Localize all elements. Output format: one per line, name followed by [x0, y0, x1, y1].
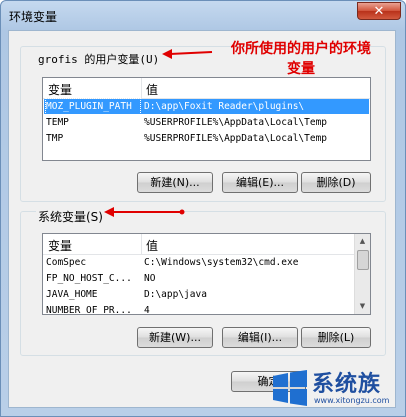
- user-delete-button[interactable]: 删除(D): [301, 172, 371, 193]
- window-title: 环境变量: [9, 10, 58, 24]
- row-variable: ComSpec: [46, 257, 87, 268]
- scroll-thumb[interactable]: [357, 250, 369, 270]
- vertical-scrollbar[interactable]: ▲ ▼: [354, 234, 370, 314]
- annotation-line-2: 变量: [287, 61, 315, 77]
- system-edit-button[interactable]: 编辑(I)...: [222, 327, 298, 348]
- system-variables-list[interactable]: 变量 值 ComSpec C:\Windows\system32\cmd.exe…: [42, 233, 371, 315]
- table-row[interactable]: MOZ_PLUGIN_PATH D:\app\Foxit Reader\plug…: [44, 98, 369, 115]
- user-new-button[interactable]: 新建(N)...: [137, 172, 213, 193]
- row-value: %USERPROFILE%\AppData\Local\Temp: [144, 133, 328, 144]
- row-value: D:\app\Foxit Reader\plugins\: [144, 101, 305, 112]
- row-variable: JAVA_HOME: [46, 289, 98, 300]
- row-value: C:\Windows\system32\cmd.exe: [144, 257, 299, 268]
- watermark: 系统族 www.xitongzu.com: [266, 364, 406, 414]
- table-row[interactable]: ComSpec C:\Windows\system32\cmd.exe: [44, 255, 369, 270]
- list-header: 变量 值: [43, 234, 370, 255]
- scroll-up-icon[interactable]: ▲: [355, 234, 370, 249]
- column-separator[interactable]: [141, 234, 142, 254]
- table-row[interactable]: FP_NO_HOST_C... NO: [44, 271, 369, 286]
- row-variable: NUMBER_OF_PR...: [46, 305, 132, 315]
- column-header-value[interactable]: 值: [146, 237, 158, 254]
- row-value: D:\app\java: [144, 289, 207, 300]
- user-variables-label: grofis 的用户变量(U): [36, 51, 162, 67]
- system-delete-button[interactable]: 删除(L): [301, 327, 371, 348]
- annotation-arrow-icon: [104, 207, 185, 217]
- annotation-line-1: 你所使用的用户的环境: [231, 41, 371, 57]
- user-edit-button[interactable]: 编辑(E)...: [222, 172, 298, 193]
- scroll-down-icon[interactable]: ▼: [355, 299, 370, 314]
- row-variable: TEMP: [46, 117, 69, 128]
- table-row[interactable]: JAVA_HOME D:\app\java: [44, 287, 369, 302]
- column-header-variable[interactable]: 变量: [48, 237, 72, 254]
- row-value: %USERPROFILE%\AppData\Local\Temp: [144, 117, 328, 128]
- row-variable: MOZ_PLUGIN_PATH: [45, 98, 141, 115]
- watermark-brand: 系统族: [312, 372, 382, 397]
- column-separator[interactable]: [141, 78, 142, 98]
- table-row[interactable]: NUMBER_OF_PR... 4: [44, 303, 369, 315]
- column-header-value[interactable]: 值: [146, 81, 158, 98]
- row-value: NO: [144, 273, 156, 284]
- row-variable: FP_NO_HOST_C...: [46, 273, 132, 284]
- close-button[interactable]: ✕: [357, 2, 401, 20]
- table-row[interactable]: TMP %USERPROFILE%\AppData\Local\Temp: [44, 131, 369, 146]
- column-header-variable[interactable]: 变量: [48, 81, 72, 98]
- row-value: 4: [144, 305, 150, 315]
- system-new-button[interactable]: 新建(W)...: [137, 327, 213, 348]
- system-variables-label: 系统变量(S): [36, 208, 105, 225]
- user-variables-list[interactable]: 变量 值 MOZ_PLUGIN_PATH D:\app\Foxit Reader…: [42, 77, 371, 161]
- annotation-arrow-icon: [162, 49, 213, 59]
- watermark-url: www.xitongzu.com: [314, 396, 390, 405]
- row-variable: TMP: [46, 133, 64, 144]
- list-header: 变量 值: [43, 78, 370, 99]
- table-row[interactable]: TEMP %USERPROFILE%\AppData\Local\Temp: [44, 115, 369, 130]
- title-bar[interactable]: 环境变量 ✕: [1, 1, 405, 31]
- windows-logo-icon: [273, 370, 307, 406]
